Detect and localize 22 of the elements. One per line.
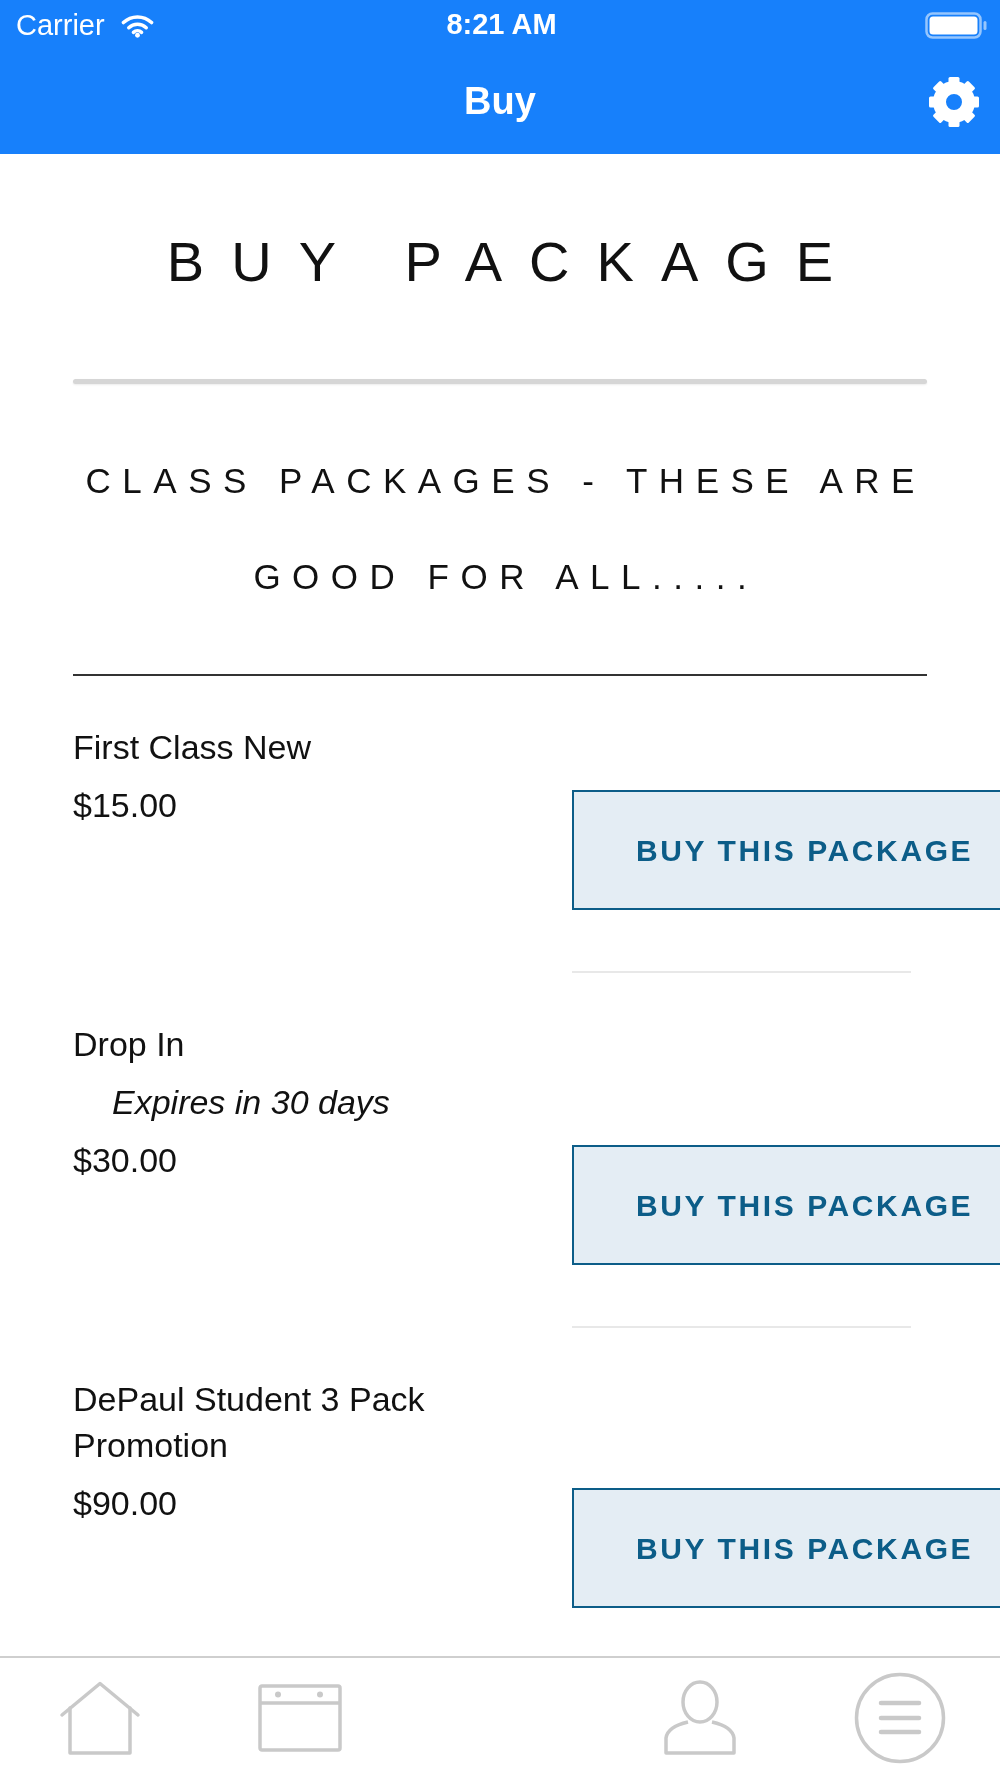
battery-icon (925, 11, 987, 39)
package-name: Drop In (73, 1024, 186, 1065)
carrier-label: Carrier (16, 10, 105, 40)
page-heading: BUY PACKAGE (165, 229, 862, 295)
menu-icon[interactable] (854, 1672, 946, 1764)
wifi-icon (120, 12, 154, 38)
section-title: CLASS PACKAGES - THESE ARE GOOD FOR ALL..... (84, 460, 927, 598)
package-name: First Class New (73, 727, 313, 768)
person-icon[interactable] (663, 1680, 737, 1756)
calendar-icon[interactable] (258, 1684, 342, 1752)
package-name: DePaul Student 3 Pack Promotion (73, 1379, 426, 1466)
buy-package-button[interactable]: BUY THIS PACKAGE (572, 790, 1000, 910)
package-price: $15.00 (73, 785, 178, 826)
buy-package-button[interactable]: BUY THIS PACKAGE (572, 1488, 1000, 1608)
package-price: $30.00 (73, 1140, 178, 1181)
buy-package-button[interactable]: BUY THIS PACKAGE (572, 1145, 1000, 1265)
page-title: Buy (464, 80, 536, 123)
package-price: $90.00 (73, 1483, 178, 1524)
status-time: 8:21 AM (446, 7, 557, 40)
package-expiry: Expires in 30 days (111, 1082, 391, 1123)
home-icon[interactable] (59, 1680, 141, 1756)
settings-icon[interactable] (928, 76, 980, 128)
